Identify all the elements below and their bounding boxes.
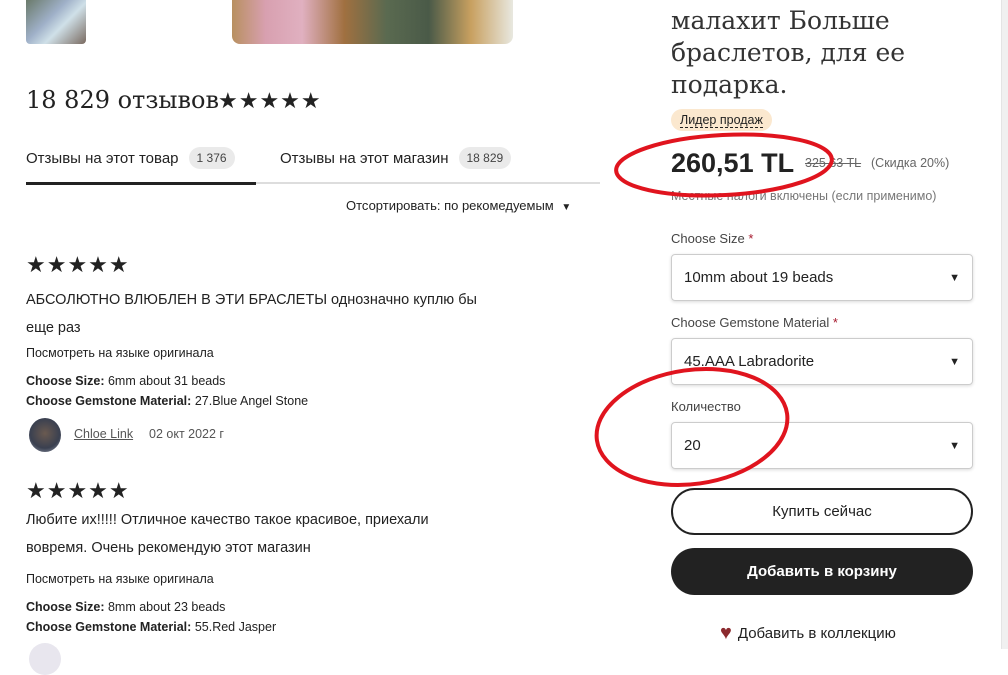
annotation-overlay (594, 132, 834, 488)
annotation-circle-quantity (594, 366, 790, 488)
annotation-circle-price (614, 132, 834, 198)
